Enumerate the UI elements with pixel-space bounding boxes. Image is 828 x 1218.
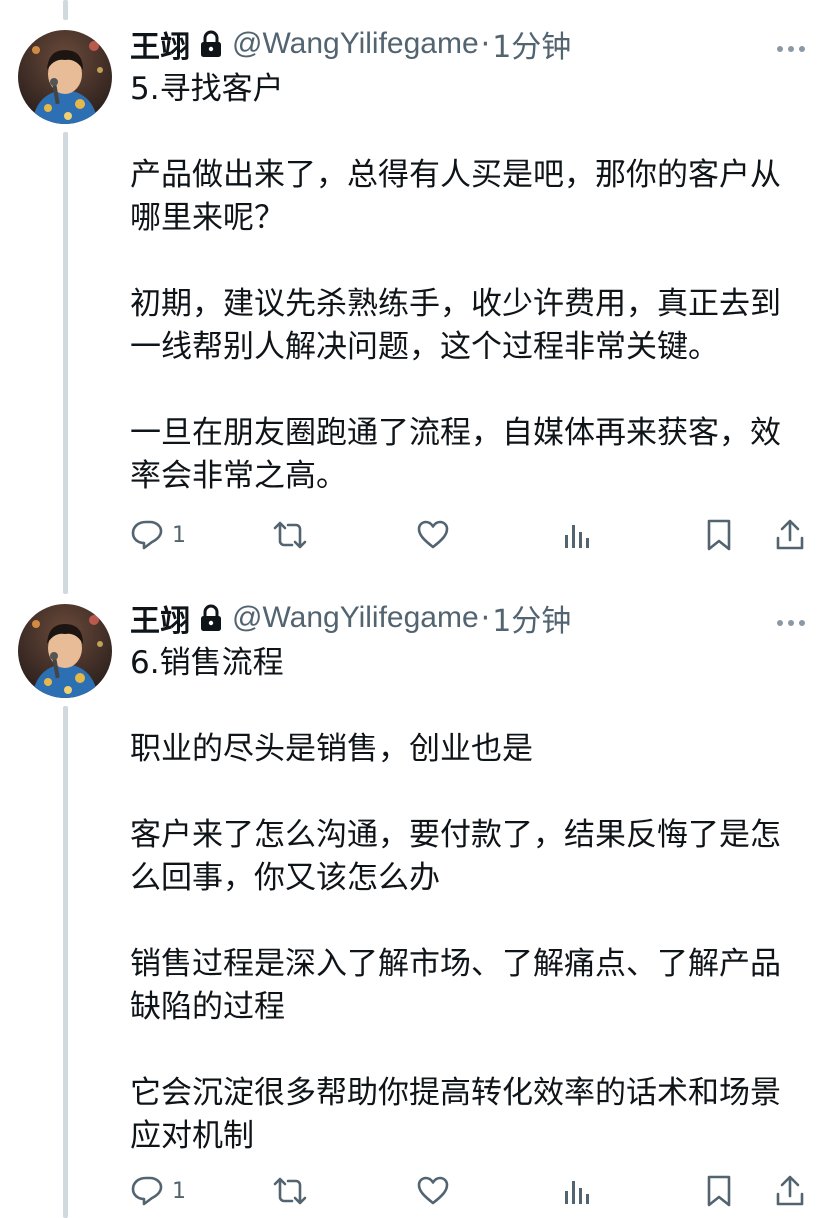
- like-icon: [416, 1175, 450, 1207]
- bookmark-icon: [704, 518, 734, 552]
- author-handle[interactable]: @WangYilifegame: [232, 601, 479, 635]
- bookmark-button[interactable]: [704, 1171, 734, 1211]
- retweet-icon: [272, 519, 308, 551]
- views-icon: [562, 519, 592, 551]
- timestamp[interactable]: 1分钟: [492, 596, 571, 640]
- lock-icon: [200, 604, 222, 632]
- views-icon: [562, 1175, 592, 1207]
- bookmark-button[interactable]: [704, 515, 734, 555]
- share-button[interactable]: [774, 1171, 806, 1211]
- separator-dot: ·: [480, 600, 491, 636]
- share-button[interactable]: [774, 515, 806, 555]
- timestamp[interactable]: 1分钟: [492, 22, 571, 66]
- reply-icon: [130, 519, 164, 551]
- like-button[interactable]: [416, 515, 450, 555]
- author-name[interactable]: 王翊: [130, 22, 190, 66]
- reply-count: 1: [172, 1178, 186, 1204]
- reply-button[interactable]: 1: [130, 1171, 186, 1211]
- tweet[interactable]: 王翊 @WangYilifegame · 1分钟 5.寻找客户 产品做出来了，总…: [0, 0, 828, 580]
- tweet-header: 王翊 @WangYilifegame · 1分钟: [130, 22, 571, 66]
- lock-icon: [200, 30, 222, 58]
- share-icon: [774, 1174, 806, 1208]
- views-button[interactable]: [562, 515, 592, 555]
- author-name[interactable]: 王翊: [130, 596, 190, 640]
- more-options-icon[interactable]: [776, 39, 806, 52]
- tweet-text: 5.寻找客户 产品做出来了，总得有人买是吧，那你的客户从哪里来呢？ 初期，建议先…: [130, 71, 781, 494]
- share-icon: [774, 518, 806, 552]
- retweet-button[interactable]: [272, 1171, 308, 1211]
- tweet[interactable]: 王翊 @WangYilifegame · 1分钟 6.销售流程 职业的尽头是销售…: [0, 580, 828, 1218]
- author-handle[interactable]: @WangYilifegame: [232, 27, 479, 61]
- tweet-actions: 1: [0, 515, 828, 555]
- like-icon: [416, 519, 450, 551]
- reply-icon: [130, 1175, 164, 1207]
- reply-count: 1: [172, 522, 186, 548]
- tweet-text: 6.销售流程 职业的尽头是销售，创业也是 客户来了怎么沟通，要付款了，结果反悔了…: [130, 645, 781, 1154]
- tweet-actions: 1: [0, 1171, 828, 1211]
- reply-button[interactable]: 1: [130, 515, 186, 555]
- separator-dot: ·: [480, 26, 491, 62]
- like-button[interactable]: [416, 1171, 450, 1211]
- avatar[interactable]: [18, 30, 112, 124]
- retweet-button[interactable]: [272, 515, 308, 555]
- tweet-header: 王翊 @WangYilifegame · 1分钟: [130, 596, 571, 640]
- views-button[interactable]: [562, 1171, 592, 1211]
- retweet-icon: [272, 1175, 308, 1207]
- avatar[interactable]: [18, 604, 112, 698]
- bookmark-icon: [704, 1174, 734, 1208]
- more-options-icon[interactable]: [776, 613, 806, 626]
